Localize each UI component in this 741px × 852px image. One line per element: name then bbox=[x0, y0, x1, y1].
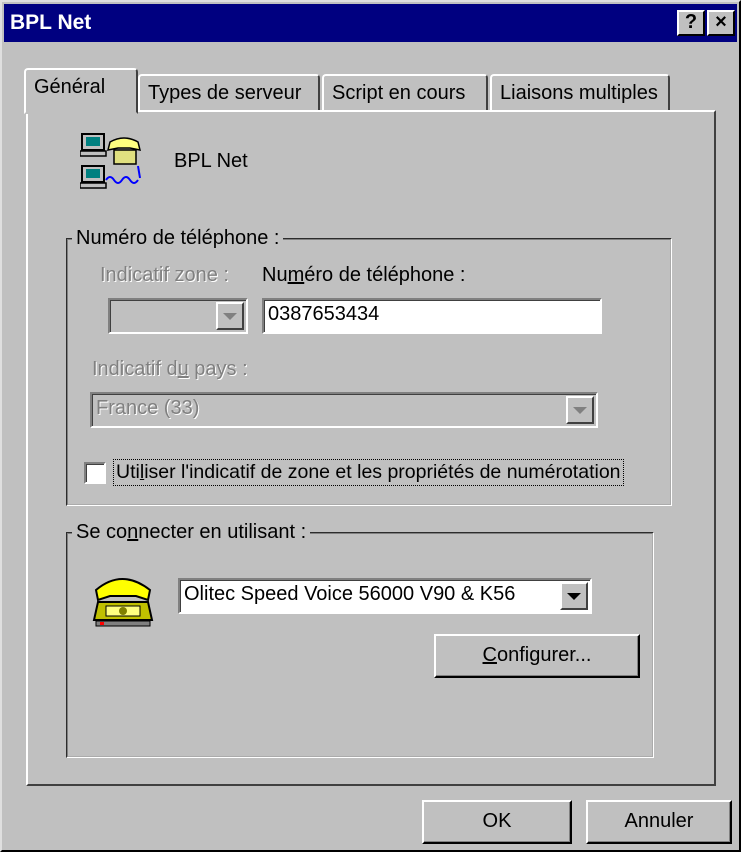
tab-panel-general: BPL Net Numéro de téléphone : Indicatif … bbox=[26, 110, 716, 786]
tab-script[interactable]: Script en cours bbox=[322, 74, 488, 112]
use-area-code-checkbox[interactable] bbox=[84, 462, 106, 484]
close-button[interactable]: × bbox=[707, 10, 735, 36]
area-code-select[interactable] bbox=[108, 298, 248, 334]
tab-server-types-label: Types de serveur bbox=[148, 82, 302, 104]
modem-value: Olitec Speed Voice 56000 V90 & K56 bbox=[184, 583, 516, 605]
modem-select[interactable]: Olitec Speed Voice 56000 V90 & K56 bbox=[178, 578, 592, 614]
country-code-value: France (33) bbox=[96, 397, 200, 419]
tab-multilink[interactable]: Liaisons multiples bbox=[490, 74, 670, 112]
modem-telephone-icon bbox=[92, 578, 154, 627]
country-code-dropdown-button[interactable] bbox=[566, 396, 594, 424]
phone-number-value: 0387653434 bbox=[268, 303, 380, 325]
ok-button[interactable]: OK bbox=[422, 800, 572, 844]
country-code-label: Indicatif du pays : bbox=[92, 358, 248, 380]
connect-using-group: Se connecter en utilisant : Olitec Speed… bbox=[66, 521, 654, 758]
chevron-down-icon bbox=[567, 593, 581, 600]
tab-multilink-label: Liaisons multiples bbox=[500, 82, 658, 104]
phone-number-input[interactable]: 0387653434 bbox=[262, 298, 602, 334]
dialog-window: BPL Net ? × Général Types de serveur Scr… bbox=[0, 0, 741, 852]
dialup-computers-phone-icon bbox=[80, 133, 142, 189]
phone-number-group: Numéro de téléphone : Indicatif zone : N… bbox=[66, 227, 672, 506]
phone-number-label: Numéro de téléphone : bbox=[262, 264, 466, 286]
title-bar[interactable]: BPL Net ? × bbox=[4, 4, 737, 42]
chevron-down-icon bbox=[573, 407, 587, 414]
modem-dropdown-button[interactable] bbox=[560, 582, 588, 610]
cancel-button[interactable]: Annuler bbox=[586, 800, 732, 844]
connection-name: BPL Net bbox=[174, 150, 248, 172]
configure-button[interactable]: Configurer... bbox=[434, 634, 640, 678]
window-title: BPL Net bbox=[10, 11, 92, 34]
area-code-label: Indicatif zone : bbox=[100, 264, 229, 286]
connect-group-legend: Se connecter en utilisant : bbox=[72, 521, 311, 544]
phone-group-legend: Numéro de téléphone : bbox=[72, 227, 284, 250]
tab-general-label: Général bbox=[34, 76, 106, 98]
help-button[interactable]: ? bbox=[677, 10, 705, 36]
use-area-code-label[interactable]: Utiliser l'indicatif de zone et les prop… bbox=[113, 459, 624, 486]
tab-script-label: Script en cours bbox=[332, 82, 466, 104]
tab-server-types[interactable]: Types de serveur bbox=[138, 74, 320, 112]
tab-general[interactable]: Général bbox=[24, 68, 138, 114]
chevron-down-icon bbox=[223, 313, 237, 320]
area-code-dropdown-button[interactable] bbox=[216, 302, 244, 330]
country-code-select[interactable]: France (33) bbox=[90, 392, 598, 428]
